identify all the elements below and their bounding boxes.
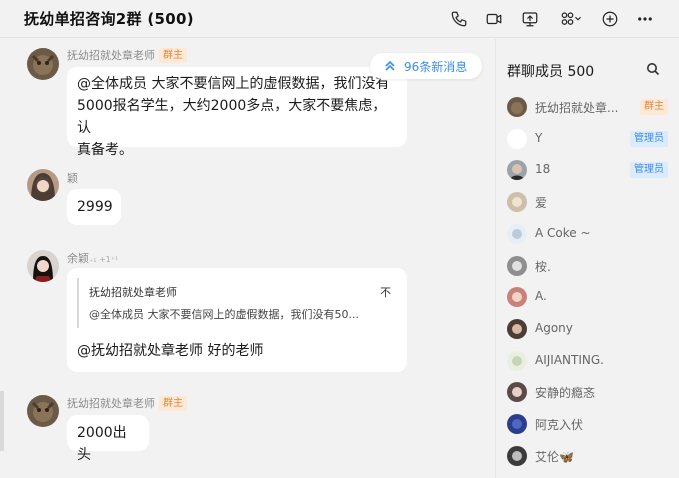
admin-badge: 管理员 xyxy=(630,131,668,147)
member-name: 桉. xyxy=(535,260,551,274)
sender-name: 抚幼招就处章老师 xyxy=(67,397,155,410)
member-item[interactable]: A Coke ~ xyxy=(496,220,679,250)
member-item[interactable]: AIJIANTING. xyxy=(496,347,679,377)
screen-share-icon[interactable] xyxy=(519,8,541,30)
member-name: A. xyxy=(535,289,547,303)
member-item[interactable]: 爱 xyxy=(496,188,679,218)
member-name: Agony xyxy=(535,321,573,335)
quoted-message[interactable]: 抚幼招就处章老师 不 @全体成员 大家不要信网上的虚假数据，我们没有50... xyxy=(77,278,397,328)
double-chevron-up-icon xyxy=(385,60,395,71)
message-sender: 余颖₊₁ +1⁺¹ xyxy=(67,250,118,266)
member-name: 艾伦🦋 xyxy=(535,450,574,464)
member-item[interactable]: 桉. xyxy=(496,252,679,282)
member-name: 阿克入伏 xyxy=(535,418,584,432)
avatar xyxy=(507,192,527,212)
admin-badge: 管理员 xyxy=(630,162,668,178)
message-text: @抚幼招就处章老师 好的老师 xyxy=(77,343,264,359)
owner-badge: 群主 xyxy=(159,48,187,63)
member-item[interactable]: 艾伦🦋 xyxy=(496,442,679,472)
message-line: @全体成员 大家不要信网上的虚假数据，我们没有 xyxy=(77,76,390,92)
avatar[interactable] xyxy=(27,395,59,427)
more-icon[interactable] xyxy=(634,8,656,30)
message-bubble[interactable]: @全体成员 大家不要信网上的虚假数据，我们没有 5000报名学生，大约2000多… xyxy=(67,67,407,158)
avatar xyxy=(507,351,527,371)
avatar xyxy=(507,224,527,244)
message-bubble[interactable]: 2000出头 xyxy=(67,415,149,463)
owner-badge: 群主 xyxy=(640,99,668,115)
left-edge xyxy=(0,39,8,478)
member-name: 安静的瘾忞 xyxy=(535,386,596,400)
apps-grid-icon[interactable] xyxy=(557,8,587,30)
avatar xyxy=(507,97,527,117)
message-sender: 抚幼招就处章老师 群主 xyxy=(67,47,187,63)
avatar xyxy=(507,256,527,276)
chat-header: 抚幼单招咨询2群 (500) xyxy=(0,0,679,38)
member-name: 抚幼招就处章... xyxy=(535,101,619,115)
member-item[interactable]: 18 管理员 xyxy=(496,156,679,186)
message-line: 5000报名学生，大约2000多点，大家不要焦虑，认 xyxy=(77,98,387,136)
message-bubble[interactable]: 抚幼招就处章老师 不 @全体成员 大家不要信网上的虚假数据，我们没有50... @… xyxy=(67,268,407,372)
add-icon[interactable] xyxy=(599,8,621,30)
member-item[interactable]: 阿克入伏 xyxy=(496,410,679,440)
avatar xyxy=(507,446,527,466)
avatar[interactable] xyxy=(27,169,59,201)
member-item[interactable]: Agony xyxy=(496,315,679,345)
message-line: 真备考。 xyxy=(77,142,133,158)
new-messages-label: 96条新消息 xyxy=(404,59,468,74)
search-icon[interactable] xyxy=(646,61,664,79)
avatar xyxy=(507,382,527,402)
member-name: A Coke ~ xyxy=(535,226,591,240)
video-icon[interactable] xyxy=(483,8,505,30)
phone-icon[interactable] xyxy=(448,8,470,30)
member-item[interactable]: Y 管理员 xyxy=(496,125,679,155)
avatar xyxy=(507,319,527,339)
quote-author: 抚幼招就处章老师 xyxy=(89,286,177,299)
member-item[interactable]: 安静的瘾忞 xyxy=(496,378,679,408)
message-bubble[interactable]: 2999 xyxy=(67,189,121,225)
message-sender: 抚幼招就处章老师 群主 xyxy=(67,395,187,411)
owner-badge: 群主 xyxy=(159,396,187,411)
member-name: Y xyxy=(535,131,543,145)
sender-name: 抚幼招就处章老师 xyxy=(67,49,155,62)
message-list[interactable]: 抚幼招就处章老师 群主 @全体成员 大家不要信网上的虚假数据，我们没有 5000报… xyxy=(0,39,495,478)
avatar xyxy=(507,160,527,180)
member-panel: 群聊成员 500 抚幼招就处章... 群主 Y 管理员 18 管理员 爱 A C… xyxy=(495,39,679,478)
member-name: 爱 xyxy=(535,196,548,210)
sender-name: 余颖 xyxy=(67,252,89,265)
scroll-indicator[interactable] xyxy=(0,391,4,451)
new-messages-button[interactable]: 96条新消息 xyxy=(370,53,482,79)
avatar xyxy=(507,414,527,434)
quote-tail-text: 不 xyxy=(380,286,391,299)
avatar xyxy=(507,287,527,307)
sender-suffix: ₊₁ +1⁺¹ xyxy=(89,255,119,264)
avatar[interactable] xyxy=(27,48,59,80)
chat-title: 抚幼单招咨询2群 (500) xyxy=(24,10,194,28)
avatar[interactable] xyxy=(27,250,59,282)
quote-text: @全体成员 大家不要信网上的虚假数据，我们没有50... xyxy=(89,308,359,320)
member-item[interactable]: A. xyxy=(496,283,679,313)
message-sender: 颖 xyxy=(67,172,78,185)
member-item[interactable]: 抚幼招就处章... 群主 xyxy=(496,93,679,123)
member-name: AIJIANTING. xyxy=(535,353,604,367)
member-panel-title: 群聊成员 500 xyxy=(507,64,595,80)
member-name: 18 xyxy=(535,162,551,176)
avatar xyxy=(507,129,527,149)
